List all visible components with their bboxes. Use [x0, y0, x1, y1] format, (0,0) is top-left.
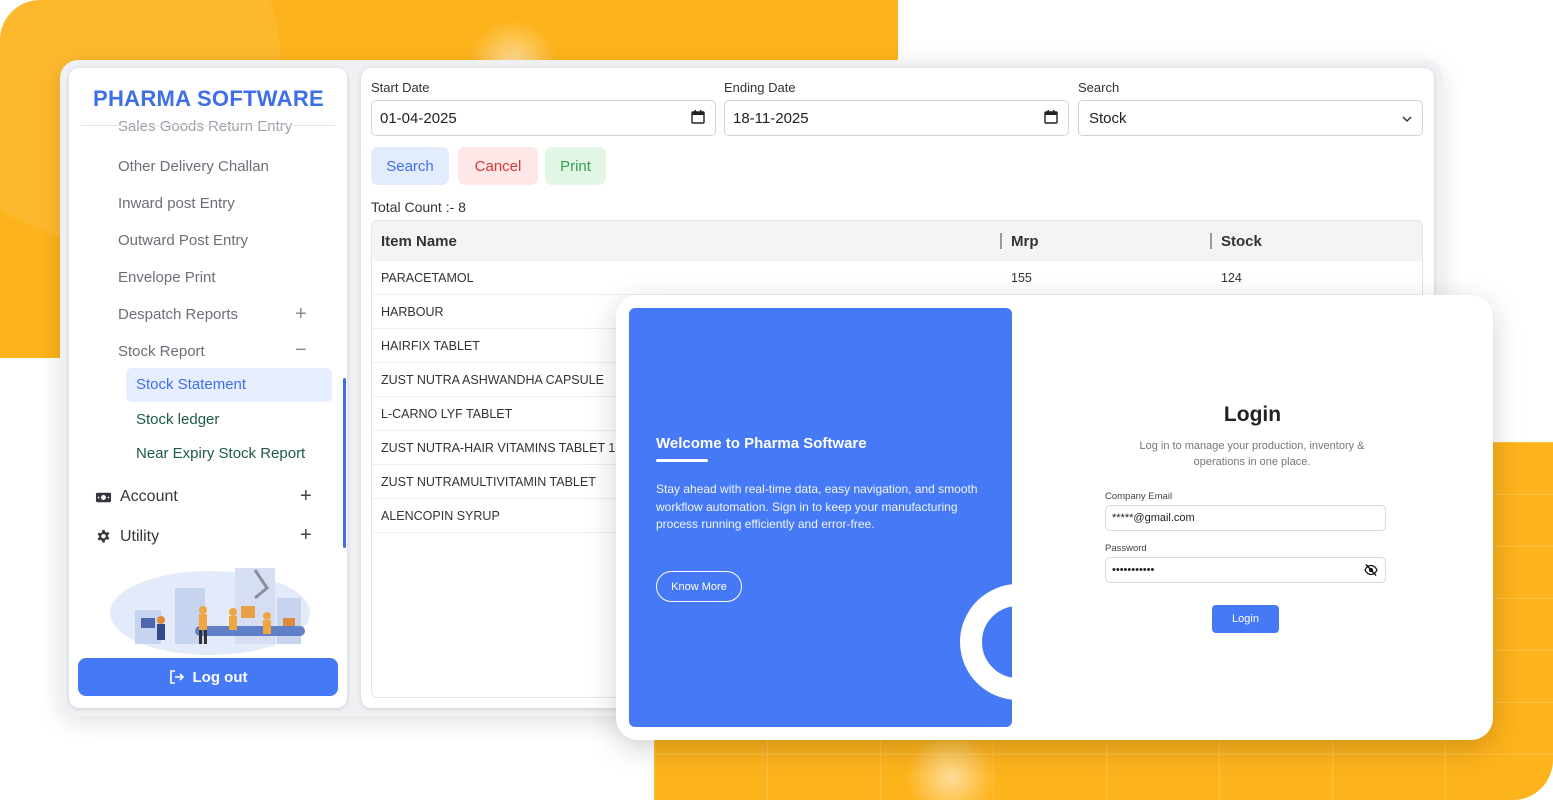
- cell-item-name: ALENCOPIN SYRUP: [381, 509, 500, 523]
- cell-item-name: L-CARNO LYF TABLET: [381, 407, 513, 421]
- login-button[interactable]: Login: [1212, 605, 1279, 633]
- start-date-input[interactable]: 01-04-2025: [371, 100, 716, 136]
- title-underline: [656, 459, 708, 462]
- login-form: Login Log in to manage your production, …: [1012, 295, 1493, 740]
- eye-off-icon[interactable]: [1364, 563, 1378, 577]
- cell-item-name: ZUST NUTRA ASHWANDHA CAPSULE: [381, 373, 604, 387]
- sidebar-item-despatch-reports[interactable]: Despatch Reports: [118, 306, 238, 323]
- sidebar-item-outward-post-entry[interactable]: Outward Post Entry: [118, 232, 248, 249]
- sidebar-item-envelope-print[interactable]: Envelope Print: [118, 269, 216, 286]
- password-field[interactable]: •••••••••••: [1105, 557, 1386, 583]
- ending-date-label: Ending Date: [724, 80, 796, 95]
- start-date-value: 01-04-2025: [380, 109, 457, 127]
- search-type-select[interactable]: Stock: [1078, 100, 1423, 136]
- background-glow: [906, 732, 996, 800]
- print-button[interactable]: Print: [545, 147, 606, 185]
- cell-item-name: HAIRFIX TABLET: [381, 339, 480, 353]
- know-more-button[interactable]: Know More: [656, 571, 742, 602]
- ending-date-value: 18-11-2025: [733, 109, 809, 127]
- column-header-stock[interactable]: Stock: [1221, 233, 1262, 250]
- sidebar-menu[interactable]: Sales Goods Return Entry Other Delivery …: [69, 114, 347, 554]
- expand-icon[interactable]: +: [300, 525, 312, 545]
- ending-date-input[interactable]: 18-11-2025: [724, 100, 1069, 136]
- column-header-mrp[interactable]: Mrp: [1011, 233, 1039, 250]
- calendar-icon[interactable]: [1044, 110, 1058, 124]
- password-value: •••••••••••: [1112, 564, 1155, 576]
- sidebar-subitem-stock-ledger[interactable]: Stock ledger: [136, 411, 219, 428]
- sidebar-item-utility[interactable]: Utility: [95, 528, 159, 546]
- sidebar-item-label: Account: [120, 488, 178, 505]
- email-label: Company Email: [1105, 491, 1173, 502]
- sidebar-item-account[interactable]: Account: [95, 488, 178, 506]
- login-title: Login: [1223, 403, 1282, 426]
- sidebar: PHARMA SOFTWARE Sales Goods Return Entry…: [69, 68, 347, 708]
- cell-mrp: 155: [1011, 271, 1032, 285]
- cell-stock: 124: [1221, 271, 1242, 285]
- logout-icon: [169, 670, 184, 684]
- divider: [81, 125, 335, 126]
- search-button[interactable]: Search: [371, 147, 449, 185]
- total-count: Total Count :- 8: [371, 199, 466, 215]
- login-card: Welcome to Pharma Software Stay ahead wi…: [616, 295, 1493, 740]
- email-field[interactable]: *****@gmail.com: [1105, 505, 1386, 531]
- start-date-label: Start Date: [371, 80, 430, 95]
- collapse-icon[interactable]: −: [295, 340, 307, 360]
- sidebar-item-stock-report[interactable]: Stock Report: [118, 343, 205, 360]
- email-value: *****@gmail.com: [1112, 512, 1195, 524]
- welcome-panel: Welcome to Pharma Software Stay ahead wi…: [629, 308, 1012, 727]
- search-type-value: Stock: [1089, 109, 1127, 127]
- column-resize-handle[interactable]: [1000, 233, 1002, 249]
- chevron-down-icon: [1402, 116, 1412, 123]
- table-header: Item Name Mrp Stock: [372, 221, 1422, 261]
- gear-icon: [97, 529, 110, 543]
- brand-title: PHARMA SOFTWARE: [93, 86, 325, 111]
- cancel-button[interactable]: Cancel: [458, 147, 538, 185]
- cell-item-name: PARACETAMOL: [381, 271, 474, 285]
- sidebar-scrollbar[interactable]: [343, 378, 346, 548]
- password-label: Password: [1105, 543, 1147, 554]
- welcome-title: Welcome to Pharma Software: [656, 435, 867, 452]
- factory-illustration: [110, 568, 310, 655]
- calendar-icon[interactable]: [691, 110, 705, 124]
- sidebar-item-other-delivery-challan[interactable]: Other Delivery Challan: [118, 158, 269, 175]
- cell-item-name: ZUST NUTRA-HAIR VITAMINS TABLET 15 T: [381, 441, 634, 455]
- expand-icon[interactable]: +: [300, 486, 312, 506]
- cell-item-name: ZUST NUTRAMULTIVITAMIN TABLET: [381, 475, 596, 489]
- sidebar-subitem-label: Stock Statement: [136, 376, 247, 393]
- expand-icon[interactable]: +: [295, 304, 307, 324]
- logout-label: Log out: [192, 668, 248, 686]
- sidebar-item-sales-goods-return[interactable]: Sales Goods Return Entry: [118, 118, 292, 135]
- column-resize-handle[interactable]: [1210, 233, 1212, 249]
- sidebar-item-inward-post-entry[interactable]: Inward post Entry: [118, 195, 235, 212]
- cell-item-name: HARBOUR: [381, 305, 444, 319]
- sidebar-item-label: Utility: [120, 528, 160, 545]
- sidebar-subitem-stock-statement[interactable]: Stock Statement: [126, 368, 332, 402]
- decorative-ring: [960, 584, 1012, 700]
- column-header-item-name[interactable]: Item Name: [381, 233, 457, 250]
- logout-button[interactable]: Log out: [78, 658, 338, 696]
- login-subtitle: Log in to manage your production, invent…: [1139, 440, 1365, 468]
- search-type-label: Search: [1078, 80, 1120, 95]
- sidebar-subitem-near-expiry[interactable]: Near Expiry Stock Report: [136, 445, 305, 462]
- welcome-description: Stay ahead with real-time data, easy nav…: [656, 482, 978, 531]
- money-icon: [95, 492, 112, 502]
- table-row[interactable]: PARACETAMOL 155 124: [372, 261, 1422, 295]
